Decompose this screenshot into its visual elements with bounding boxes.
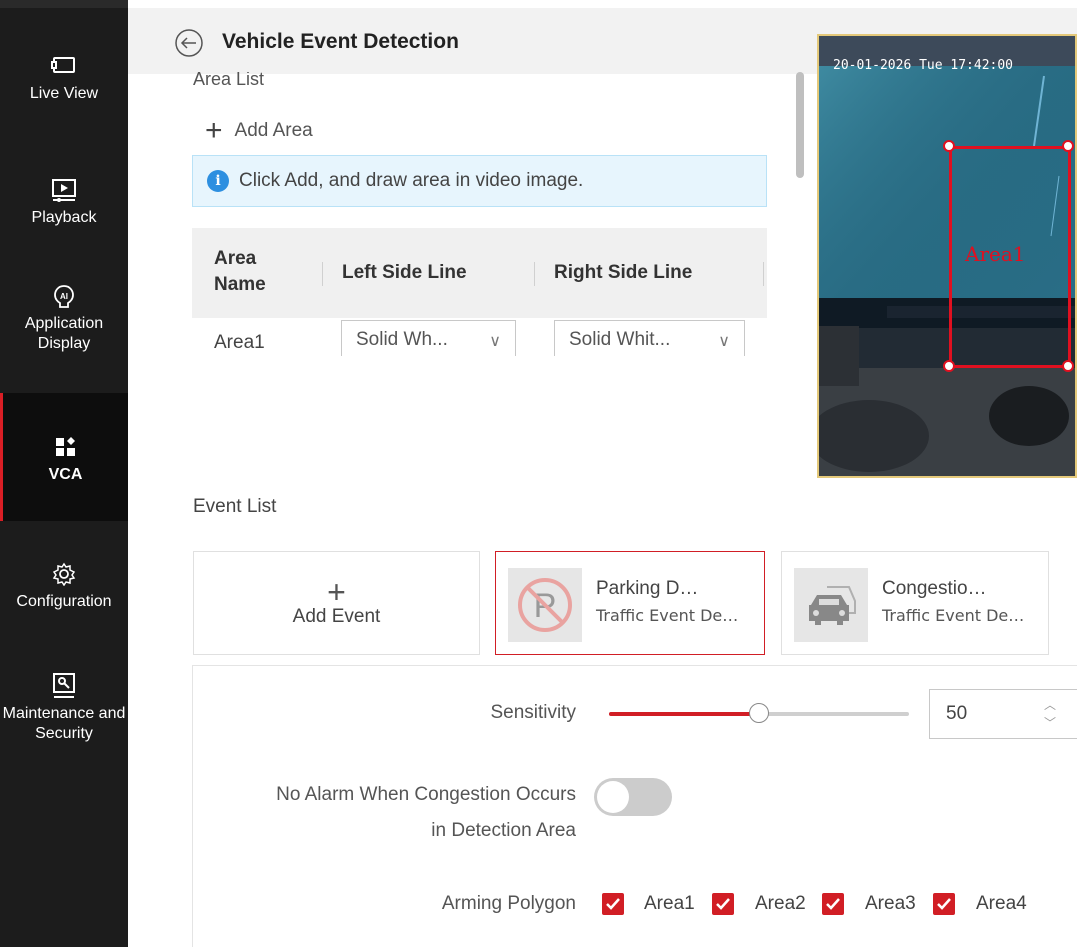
chevron-down-icon: ∨ (718, 333, 730, 350)
event-name: Congestio… (882, 578, 987, 599)
vca-icon (52, 433, 80, 461)
area2-checkbox-label: Area2 (755, 893, 806, 914)
select-value: Solid Wh... (356, 329, 448, 350)
area3-checkbox[interactable] (822, 893, 844, 915)
sidebar-item-label: Application Display (24, 315, 104, 352)
area-list-scrollbar[interactable] (796, 72, 804, 178)
back-arrow-icon[interactable] (174, 28, 204, 58)
gear-icon (50, 560, 78, 588)
area2-checkbox[interactable] (712, 893, 734, 915)
playback-icon (50, 176, 78, 204)
no-parking-icon: P (508, 568, 582, 642)
arming-polygon-label: Arming Polygon (441, 893, 576, 914)
area-handle[interactable] (1062, 360, 1074, 372)
no-alarm-toggle[interactable] (594, 778, 672, 816)
maintenance-icon (50, 672, 78, 700)
area-handle[interactable] (943, 140, 955, 152)
checkmark-icon (716, 898, 730, 910)
area1-checkbox-label: Area1 (644, 893, 695, 914)
add-event-button[interactable]: + Add Event (193, 551, 480, 655)
sidebar-top-strip (0, 0, 128, 8)
no-alarm-label-line1: No Alarm When Congestion Occurs (276, 784, 576, 805)
congestion-car-icon (794, 568, 868, 642)
sidebar-item-label: Live View (29, 85, 99, 102)
table-header: Area Name Left Side Line Right Side Line (192, 228, 767, 318)
slider-fill (609, 712, 759, 716)
event-card-parking[interactable]: P Parking D… Traffic Event De… (495, 551, 765, 655)
event-card-congestion[interactable]: Congestio… Traffic Event De… (781, 551, 1049, 655)
sensitivity-label: Sensitivity (490, 702, 576, 723)
info-banner: i Click Add, and draw area in video imag… (192, 155, 767, 207)
add-area-button[interactable]: + Add Area (205, 114, 313, 147)
sidebar-item-live-view[interactable]: Live View (0, 52, 128, 132)
sidebar-item-label: Configuration (16, 593, 112, 610)
area-handle[interactable] (1062, 140, 1074, 152)
event-type: Traffic Event De… (596, 606, 739, 625)
event-list-title: Event List (193, 496, 277, 517)
sidebar-item-label: Maintenance and Security (2, 705, 126, 742)
column-divider (534, 262, 535, 286)
area4-checkbox[interactable] (933, 893, 955, 915)
sidebar-item-label: Playback (31, 209, 97, 226)
area1-checkbox[interactable] (602, 893, 624, 915)
checkmark-icon (937, 898, 951, 910)
slider-thumb[interactable] (749, 703, 769, 723)
sensitivity-value: 50 (946, 703, 968, 724)
column-divider (763, 262, 764, 286)
sidebar-item-label: VCA (48, 466, 83, 483)
plus-icon: + (205, 114, 223, 147)
video-timestamp: 20-01-2026 Tue 17:42:00 (833, 58, 1014, 73)
sidebar-item-playback[interactable]: Playback (0, 176, 128, 236)
sidebar-item-vca[interactable]: VCA (0, 393, 128, 521)
column-header-area-name: Area Name (214, 248, 266, 295)
sensitivity-input[interactable]: 50 ︿ ﹀ (929, 689, 1077, 739)
checkmark-icon (826, 898, 840, 910)
area-list-title: Area List (193, 72, 265, 89)
column-header-right-side-line: Right Side Line (554, 262, 693, 283)
area3-checkbox-label: Area3 (865, 893, 916, 914)
sidebar-item-maintenance-security[interactable]: Maintenance and Security (0, 672, 128, 762)
page-title: Vehicle Event Detection (222, 30, 459, 53)
left-side-line-select[interactable]: Solid Wh... ∨ (341, 320, 516, 356)
table-cell-area-name: Area1 (214, 332, 265, 353)
area-table: Area Name Left Side Line Right Side Line… (192, 228, 767, 356)
column-divider (322, 262, 323, 286)
ai-icon: AI (50, 282, 78, 310)
video-preview[interactable]: 20-01-2026 Tue 17:42:00 Area1 (817, 34, 1077, 478)
add-area-label: Add Area (234, 120, 313, 141)
event-type: Traffic Event De… (882, 606, 1025, 625)
sensitivity-slider[interactable] (609, 703, 909, 723)
stepper-arrows-icon[interactable]: ︿ ﹀ (1044, 696, 1056, 732)
svg-text:AI: AI (60, 292, 68, 301)
sidebar-item-application-display[interactable]: AI Application Display (0, 282, 128, 382)
no-alarm-label-line2: in Detection Area (431, 820, 576, 841)
sidebar-item-configuration[interactable]: Configuration (0, 560, 128, 620)
area-handle[interactable] (943, 360, 955, 372)
sidebar: Live View Playback AI Application Displa… (0, 0, 128, 947)
detection-area-label: Area1 (965, 242, 1026, 266)
info-text: Click Add, and draw area in video image. (239, 170, 584, 191)
add-event-label: Add Event (292, 606, 381, 627)
info-icon: i (207, 170, 229, 192)
event-name: Parking D… (596, 578, 699, 599)
right-side-line-select[interactable]: Solid Whit... ∨ (554, 320, 745, 356)
column-header-left-side-line: Left Side Line (342, 262, 467, 283)
monitor-icon (50, 52, 78, 80)
checkmark-icon (606, 898, 620, 910)
chevron-down-icon: ∨ (489, 333, 501, 350)
select-value: Solid Whit... (569, 329, 671, 350)
area4-checkbox-label: Area4 (976, 893, 1027, 914)
plus-icon: + (327, 574, 346, 610)
toggle-knob (597, 781, 629, 813)
